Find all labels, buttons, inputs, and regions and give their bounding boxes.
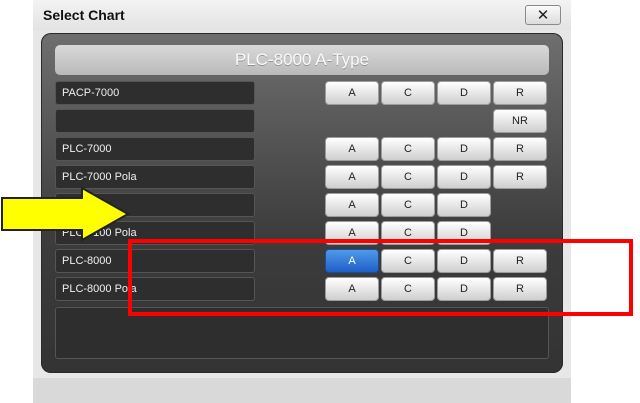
dialog-footer xyxy=(33,378,571,403)
plc-7000-a-button[interactable]: A xyxy=(325,137,379,161)
row-name-pacp-7000: PACP-7000 xyxy=(55,81,255,105)
pacp-7000-r-button[interactable]: R xyxy=(493,81,547,105)
red-highlight-box xyxy=(128,239,633,316)
row5-a-button[interactable]: A xyxy=(325,193,379,217)
plc-7000-r-button[interactable]: R xyxy=(493,137,547,161)
plc-7000-pola-a-button[interactable]: A xyxy=(325,165,379,189)
plc-7000-pola-d-button[interactable]: D xyxy=(437,165,491,189)
close-button[interactable]: ✕ xyxy=(525,5,561,25)
plc-7000-pola-c-button[interactable]: C xyxy=(381,165,435,189)
plc-7000-c-button[interactable]: C xyxy=(381,137,435,161)
chart-header: PLC-8000 A-Type xyxy=(55,45,549,75)
row-name-plc-7000: PLC-7000 xyxy=(55,137,255,161)
plc-7000-pola-r-button[interactable]: R xyxy=(493,165,547,189)
dialog-titlebar: Select Chart ✕ xyxy=(33,0,571,30)
close-icon: ✕ xyxy=(536,7,550,24)
row5-d-button[interactable]: D xyxy=(437,193,491,217)
plc-7000-d-button[interactable]: D xyxy=(437,137,491,161)
row5-c-button[interactable]: C xyxy=(381,193,435,217)
pacp-7000-a-button[interactable]: A xyxy=(325,81,379,105)
yellow-arrow-icon xyxy=(1,186,131,242)
row-name-empty-1 xyxy=(55,109,255,133)
pacp-7000-c-button[interactable]: C xyxy=(381,81,435,105)
pacp-7000-d-button[interactable]: D xyxy=(437,81,491,105)
dialog-title: Select Chart xyxy=(43,7,125,23)
nr-button[interactable]: NR xyxy=(493,109,547,133)
